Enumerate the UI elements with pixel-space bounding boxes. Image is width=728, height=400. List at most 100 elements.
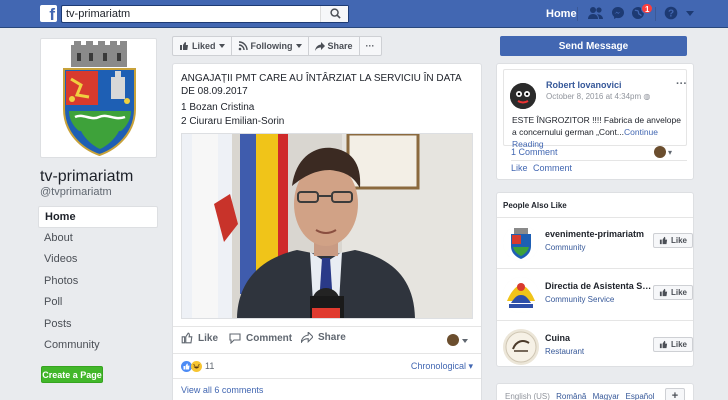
post-like-button[interactable]: Like bbox=[181, 332, 218, 344]
post-share-label: Share bbox=[318, 332, 346, 343]
section-title: People Also Like bbox=[503, 201, 567, 210]
social-services-logo bbox=[503, 277, 539, 313]
post-comment-label: Comment bbox=[246, 332, 293, 344]
divider bbox=[577, 7, 578, 21]
chevron-down-icon bbox=[295, 44, 302, 48]
reaction-count[interactable]: 11 bbox=[205, 361, 214, 371]
page-logo[interactable] bbox=[503, 277, 539, 313]
nav-item-videos[interactable]: Videos bbox=[38, 249, 158, 271]
share-arrow-icon bbox=[314, 41, 325, 51]
post-photo[interactable] bbox=[181, 133, 473, 319]
comment-reply-link[interactable]: Comment bbox=[533, 163, 572, 173]
restaurant-logo bbox=[503, 329, 539, 365]
more-languages-button[interactable]: + bbox=[665, 388, 685, 400]
post-as-avatar[interactable] bbox=[447, 334, 459, 346]
suggested-page-item: evenimente-primariatm Community Like bbox=[503, 225, 693, 265]
nav-item-community[interactable]: Community bbox=[38, 335, 158, 357]
comment-like-link[interactable]: Like bbox=[511, 163, 528, 173]
following-label: Following bbox=[250, 41, 293, 51]
recent-comment-card: Robert Iovanovici October 8, 2016 at 4:3… bbox=[496, 63, 694, 180]
divider bbox=[655, 7, 656, 21]
like-page-label: Like bbox=[670, 236, 687, 245]
nav-item-poll[interactable]: Poll bbox=[38, 292, 158, 314]
liked-label: Liked bbox=[192, 41, 216, 51]
post-photo-image bbox=[182, 134, 472, 318]
coat-of-arms-logo bbox=[63, 41, 136, 157]
nav-item-about[interactable]: About bbox=[38, 228, 158, 250]
haha-reaction-icon[interactable] bbox=[191, 361, 202, 372]
more-options-icon[interactable]: ··· bbox=[676, 78, 687, 90]
language-link[interactable]: Română bbox=[556, 392, 586, 400]
page-action-bar: Liked Following Share ··· bbox=[172, 36, 382, 56]
like-page-button[interactable]: Like bbox=[653, 233, 693, 248]
chevron-down-icon bbox=[218, 44, 225, 48]
following-button[interactable]: Following bbox=[230, 36, 309, 56]
language-link[interactable]: Magyar bbox=[593, 392, 620, 400]
people-also-like-card: People Also Like evenimente-primariatm C… bbox=[496, 192, 694, 367]
like-page-label: Like bbox=[670, 340, 687, 349]
friend-requests-icon[interactable] bbox=[588, 6, 604, 20]
avatar-face-icon bbox=[510, 83, 536, 109]
search-button[interactable] bbox=[320, 6, 348, 22]
language-link[interactable]: Español bbox=[626, 392, 655, 400]
language-selector-card: English (US) Română Magyar Español + bbox=[496, 383, 694, 400]
comment-count-link[interactable]: 1 Comment bbox=[511, 147, 558, 157]
help-icon[interactable]: ? bbox=[664, 6, 678, 20]
suggested-page-category: Restaurant bbox=[545, 347, 585, 356]
share-label: Share bbox=[327, 41, 353, 51]
comment-order-dropdown[interactable]: Chronological ▾ bbox=[411, 361, 473, 372]
suggested-page-category: Community bbox=[545, 243, 586, 252]
suggested-page-name[interactable]: Directia de Asistenta Sociala bbox=[545, 281, 653, 291]
messenger-icon[interactable] bbox=[611, 6, 625, 20]
account-menu-caret-icon[interactable] bbox=[686, 11, 694, 17]
thumbs-up-icon bbox=[180, 42, 188, 50]
nav-item-home[interactable]: Home bbox=[38, 206, 158, 228]
post-card: ANGAJAȚII PMT CARE AU ÎNTÂRZIAT LA SERVI… bbox=[172, 63, 482, 400]
view-all-comments-link[interactable]: View all 6 comments bbox=[181, 385, 263, 395]
chevron-down-icon[interactable] bbox=[462, 339, 468, 343]
divider bbox=[173, 378, 481, 379]
comment-text: ESTE ÎNGROZITOR !!!! Fabrica de anvelope… bbox=[512, 114, 684, 150]
page-logo[interactable] bbox=[503, 225, 539, 261]
avatar[interactable] bbox=[510, 83, 536, 109]
post-comment-button[interactable]: Comment bbox=[229, 332, 292, 344]
facebook-logo[interactable]: f bbox=[40, 5, 57, 22]
comment-box: Robert Iovanovici October 8, 2016 at 4:3… bbox=[503, 69, 687, 149]
send-message-button[interactable]: Send Message bbox=[500, 36, 687, 56]
language-list: English (US) Română Magyar Español bbox=[505, 392, 658, 400]
share-arrow-icon bbox=[301, 332, 313, 343]
profile-picture[interactable] bbox=[40, 38, 157, 158]
page-handle[interactable]: @tvprimariatm bbox=[40, 186, 112, 198]
page-navigation: Home About Videos Photos Poll Posts Comm… bbox=[38, 206, 158, 357]
like-page-button[interactable]: Like bbox=[653, 337, 693, 352]
home-link[interactable]: Home bbox=[546, 8, 577, 20]
suggested-page-name[interactable]: evenimente-primariatm bbox=[545, 229, 653, 239]
search-input[interactable] bbox=[62, 6, 322, 22]
rss-icon bbox=[238, 41, 248, 51]
more-options-button[interactable]: ··· bbox=[358, 36, 382, 56]
comment-author[interactable]: Robert Iovanovici bbox=[546, 80, 622, 90]
suggested-page-item: Directia de Asistenta Sociala Community … bbox=[503, 277, 693, 317]
liked-button[interactable]: Liked bbox=[172, 36, 232, 56]
suggested-page-name[interactable]: Cuina bbox=[545, 333, 653, 343]
avatar[interactable] bbox=[654, 146, 666, 158]
nav-item-photos[interactable]: Photos bbox=[38, 271, 158, 293]
nav-item-posts[interactable]: Posts bbox=[38, 314, 158, 336]
comment-date[interactable]: October 8, 2016 at 4:34pm ◍ bbox=[546, 92, 650, 101]
page-logo[interactable] bbox=[503, 329, 539, 365]
svg-text:?: ? bbox=[668, 9, 674, 20]
comment-order-label: Chronological bbox=[410, 361, 466, 371]
chevron-down-icon[interactable]: ▾ bbox=[668, 148, 672, 157]
suggested-page-category: Community Service bbox=[545, 295, 615, 304]
create-page-button[interactable]: Create a Page bbox=[41, 366, 103, 383]
like-page-button[interactable]: Like bbox=[653, 285, 693, 300]
comment-bubble-icon bbox=[229, 333, 241, 344]
search-icon bbox=[330, 8, 341, 19]
divider bbox=[173, 353, 481, 354]
post-actions: Like Comment Share bbox=[181, 332, 473, 348]
coat-of-arms-logo bbox=[503, 225, 539, 261]
share-button[interactable]: Share bbox=[307, 36, 360, 56]
post-share-button[interactable]: Share bbox=[301, 332, 346, 343]
comment-date-text: October 8, 2016 at 4:34pm bbox=[546, 92, 642, 101]
thumbs-up-icon bbox=[181, 332, 193, 344]
